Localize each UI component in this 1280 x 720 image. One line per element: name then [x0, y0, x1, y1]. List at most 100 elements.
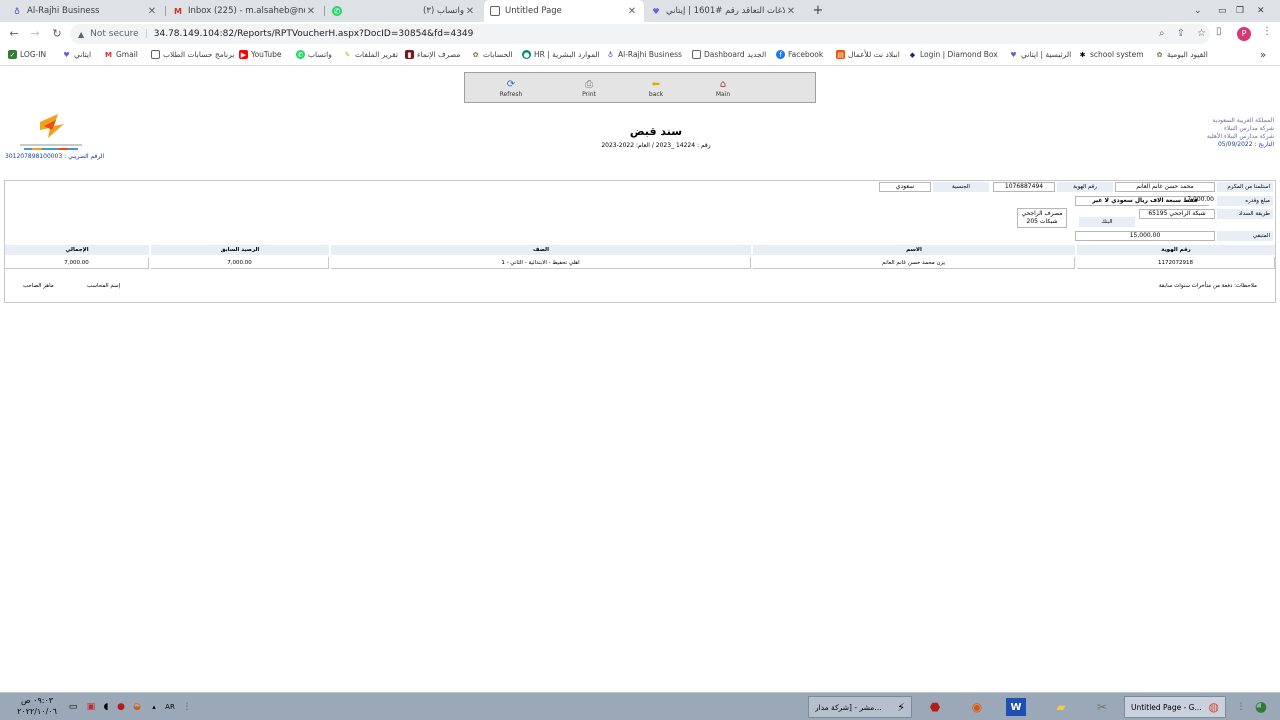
security-app-icon[interactable]: ⬣ [922, 696, 948, 718]
bookmark-accounts[interactable]: ✿ الحسابات [471, 50, 513, 59]
firefox-icon[interactable]: ◉ [964, 696, 990, 718]
url-text[interactable]: 34.78.149.104:82/Reports/RPTVoucherH.asp… [154, 29, 474, 39]
back-arrow-icon: ⬅ [651, 79, 661, 90]
column-header-name: الاسم [753, 245, 1075, 255]
warning-icon[interactable]: ▲ [78, 30, 84, 39]
share-icon[interactable]: ⇪ [1177, 28, 1185, 39]
new-tab-button[interactable]: + [811, 3, 825, 18]
forward-icon[interactable]: → [27, 26, 43, 42]
back-icon[interactable]: ← [6, 26, 22, 42]
doc-icon [151, 50, 160, 59]
back-button[interactable]: ⬅ back [636, 79, 676, 98]
taskbar-task-chrome[interactable]: Untitled Page - G... ◍ [1124, 696, 1226, 718]
payment-method-value: شبكة الراجحي 65195 [1139, 209, 1215, 219]
journal-icon: ✿ [1156, 50, 1163, 59]
bookmark-al-rajhi[interactable]: ♁ Al-Rajhi Business [606, 50, 682, 59]
taskbar-task-app[interactable]: مشر - [شركة مدار... ⚡ [808, 696, 912, 718]
bookmark-files-report[interactable]: ✎ تقرير الملفات [343, 50, 398, 59]
taskbar: ٠٩:٠٣ ص ٢٠٢٢/١٠/٠٦ ▭ ▣ ◖ ● ◒ ▴ AR ⋮ مشر … [0, 692, 1280, 720]
tab-al-rajhi[interactable]: ♁ Al-Rajhi Business ✕ [6, 0, 164, 22]
bookmark-label: Gmail [116, 50, 138, 59]
clock[interactable]: ٠٩:٠٣ ص ٢٠٢٢/١٠/٠٦ [12, 695, 62, 717]
tab-whatsapp[interactable]: ✆ (٣) واتساب ✕ [326, 0, 482, 22]
main-button[interactable]: ⌂ Main [703, 79, 743, 98]
facebook-icon: f [776, 50, 785, 59]
bank-icon: ▮ [405, 50, 414, 59]
bookmark-etani[interactable]: ♥ ايتاني [62, 50, 91, 59]
zoom-icon[interactable]: ⌕ [1159, 28, 1165, 39]
print-label: Print [582, 91, 596, 98]
bookmark-label: Login | Diamond Box [920, 50, 998, 59]
bookmark-gmail[interactable]: M Gmail [104, 50, 138, 59]
utility-app-icon[interactable]: ✂ [1089, 696, 1115, 718]
bookmark-hr[interactable]: ● HR | الموارد البشرية [522, 50, 600, 59]
refresh-button[interactable]: ⟳ Refresh [491, 79, 531, 98]
start-button[interactable]: ◕ [1248, 696, 1274, 718]
albilad-icon: ▤ [836, 50, 845, 59]
folder-icon[interactable]: ▰ [1048, 696, 1074, 718]
tab-etani[interactable]: ♥ بلاغات التعاقد رقم #1601 | إيتاني ✕ [645, 0, 803, 22]
tab-search-icon[interactable]: ⌄ [1194, 0, 1202, 22]
bookmarks-overflow-button[interactable]: » [1260, 50, 1266, 61]
app-window-icon: ⚡ [897, 700, 905, 714]
restore-icon[interactable]: ❐ [1236, 0, 1244, 22]
bookmark-alinma[interactable]: ▮ مصرف الإنماء [405, 50, 460, 59]
accountant-name: ماهر الصاحب [23, 283, 54, 289]
tray-app-icon[interactable]: ◒ [130, 700, 144, 714]
bookmark-diamond-box[interactable]: ◆ Login | Diamond Box [908, 50, 998, 59]
volume-icon[interactable]: ◖ [99, 700, 113, 714]
bookmark-whatsapp[interactable]: ✆ واتساب [296, 50, 332, 59]
tab-untitled-page[interactable]: Untitled Page ✕ [484, 0, 644, 22]
close-window-icon[interactable]: ✕ [1257, 0, 1265, 22]
close-icon[interactable]: ✕ [305, 6, 317, 17]
security-icon[interactable]: ● [114, 700, 128, 714]
bookmark-dashboard[interactable]: Dashboard الجديد [692, 50, 766, 59]
tray-expand-icon[interactable]: ▴ [147, 700, 161, 714]
organization-block: المملكة العربية السعودية شركة مدارس النب… [1174, 117, 1274, 149]
bank-network: شبكات 205 [1026, 218, 1058, 225]
bookmark-student-accounts[interactable]: برنامج حسابات الطلاب [151, 50, 234, 59]
bookmark-youtube[interactable]: ▶ YouTube [239, 50, 282, 59]
task-label: Untitled Page - G... [1131, 702, 1202, 712]
sidebar-icon[interactable]: ▯ [1216, 26, 1222, 37]
bookmark-label: القيود اليومية [1167, 50, 1208, 59]
payment-method-label: طريقة السداد [1217, 209, 1273, 219]
bookmark-log-in[interactable]: ✓ LOG-IN [8, 50, 46, 59]
tab-title: بلاغات التعاقد رقم #1601 | إيتاني [666, 6, 785, 16]
address-bar[interactable]: ▲ Not secure | 34.78.149.104:82/Reports/… [70, 24, 1210, 44]
desktop-icon[interactable]: ▭ [66, 700, 80, 714]
gmail-icon: M [174, 6, 182, 16]
report-number-line: رقم : 14224 _2023 / العام: 2022-2023 [601, 142, 711, 149]
word-icon[interactable]: W [1006, 698, 1026, 716]
print-button[interactable]: ⎙ Print [569, 79, 609, 98]
tab-gmail[interactable]: M Inbox (225) - m.alsaheb@nobala. ✕ [167, 0, 323, 22]
close-icon[interactable]: ✕ [785, 6, 797, 17]
security-status[interactable]: Not secure [90, 29, 139, 39]
bookmark-label: تقرير الملفات [355, 50, 398, 59]
id-value: 1076887494 [993, 182, 1055, 192]
language-indicator[interactable]: AR [163, 700, 177, 714]
report-toolbar: ⟳ Refresh ⎙ Print ⬅ back ⌂ Main [464, 72, 816, 103]
profile-avatar[interactable]: P [1237, 27, 1251, 41]
bank-name: مصرف الراجحي [1021, 210, 1063, 217]
etani-icon: ♥ [63, 50, 70, 59]
bookmark-label: school system [1090, 50, 1144, 59]
amount-value: 7,000.00 [1187, 196, 1214, 203]
tab-title: (٣) واتساب [423, 6, 464, 16]
tax-number: الرقم الضريبي : 301207898100003 [5, 153, 105, 160]
minimize-icon[interactable]: ▭ [1218, 0, 1227, 22]
menu-icon[interactable]: ⋮ [1262, 26, 1272, 37]
reload-icon[interactable]: ↻ [49, 26, 65, 42]
youtube-icon: ▶ [239, 50, 248, 59]
bookmark-albilad[interactable]: ▤ انبلاد نت للأعمال [836, 50, 900, 59]
bookmark-facebook[interactable]: f Facebook [776, 50, 823, 59]
network-icon[interactable]: ▣ [84, 700, 98, 714]
close-icon[interactable]: ✕ [146, 6, 158, 17]
close-icon[interactable]: ✕ [464, 6, 476, 17]
bookmark-daily-journal[interactable]: ✿ القيود اليومية [1155, 50, 1208, 59]
close-icon[interactable]: ✕ [626, 6, 638, 17]
bookmark-etani-home[interactable]: ♥ الرئيسية | ايتاني [1009, 50, 1071, 59]
bookmark-label: برنامج حسابات الطلاب [163, 50, 235, 59]
bookmark-star-icon[interactable]: ☆ [1197, 28, 1206, 39]
bookmark-school-system[interactable]: ✱ school system [1078, 50, 1144, 59]
